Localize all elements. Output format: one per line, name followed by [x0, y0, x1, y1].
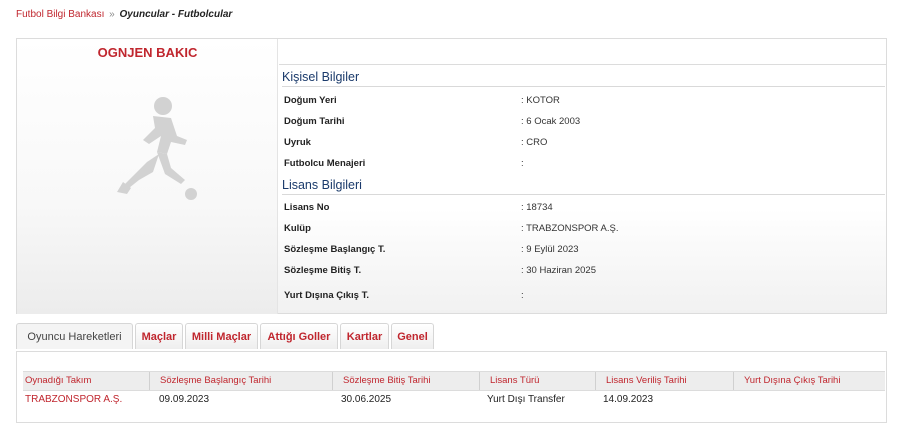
player-name: OGNJEN BAKIC	[97, 45, 198, 60]
info-row-agent: Futbolcu Menajeri :	[284, 158, 884, 174]
info-label: Sözleşme Bitiş T.	[284, 265, 362, 276]
info-label: Futbolcu Menajeri	[284, 158, 366, 169]
info-value: :	[521, 158, 524, 169]
contract-start-cell: 09.09.2023	[159, 394, 210, 405]
table-row: TRABZONSPOR A.Ş. 09.09.2023 30.06.2025 Y…	[23, 392, 885, 410]
info-value: : 18734	[521, 202, 553, 213]
breadcrumb-current: Oyuncular - Futbolcular	[119, 9, 233, 20]
tab-goals[interactable]: Attığı Goller	[260, 323, 338, 349]
contract-end-cell: 30.06.2025	[341, 394, 392, 405]
info-label: Doğum Yeri	[284, 95, 337, 106]
info-row-club: Kulüp : TRABZONSPOR A.Ş.	[284, 223, 884, 239]
info-value: : CRO	[521, 137, 548, 148]
info-value: : KOTOR	[521, 95, 560, 106]
column-header-license-date: Lisans Veriliş Tarihi	[595, 372, 733, 390]
info-value: : TRABZONSPOR A.Ş.	[521, 223, 619, 234]
player-photo-box: OGNJEN BAKIC	[17, 39, 278, 314]
breadcrumb-root-link[interactable]: Futbol Bilgi Bankası	[16, 9, 104, 20]
info-row-abroad-exit: Yurt Dışına Çıkış T. :	[284, 290, 884, 306]
license-type-cell: Yurt Dışı Transfer	[487, 394, 565, 405]
info-row-nationality: Uyruk : CRO	[284, 137, 884, 153]
tab-general[interactable]: Genel	[391, 323, 434, 349]
movements-table-header: Oynadığı Takım Sözleşme Başlangıç Tarihi…	[23, 371, 885, 391]
info-label: Doğum Tarihi	[284, 116, 345, 127]
column-header-team: Oynadığı Takım	[25, 375, 92, 386]
info-row-contract-end: Sözleşme Bitiş T. : 30 Haziran 2025	[284, 265, 884, 281]
tab-player-movements[interactable]: Oyuncu Hareketleri	[16, 323, 133, 349]
player-profile-panel: OGNJEN BAKIC Kişisel Bilgiler Doğum Yeri…	[16, 38, 887, 314]
column-header-license-type: Lisans Türü	[479, 372, 595, 390]
player-movements-panel: Oynadığı Takım Sözleşme Başlangıç Tarihi…	[16, 351, 887, 423]
info-row-license-no: Lisans No : 18734	[284, 202, 884, 218]
player-silhouette-icon	[117, 97, 197, 200]
info-label: Uyruk	[284, 137, 311, 148]
column-header-contract-start: Sözleşme Başlangıç Tarihi	[149, 372, 332, 390]
tab-matches[interactable]: Maçlar	[135, 323, 183, 349]
info-row-contract-start: Sözleşme Başlangıç T. : 9 Eylül 2023	[284, 244, 884, 260]
info-label: Kulüp	[284, 223, 311, 234]
license-info-title: Lisans Bilgileri	[282, 178, 885, 195]
column-header-abroad-exit: Yurt Dışına Çıkış Tarihi	[733, 372, 885, 390]
info-label: Lisans No	[284, 202, 330, 213]
info-value: : 30 Haziran 2025	[521, 265, 596, 276]
breadcrumb: Futbol Bilgi Bankası » Oyuncular - Futbo…	[16, 9, 232, 20]
info-label: Sözleşme Başlangıç T.	[284, 244, 386, 255]
info-row-birthplace: Doğum Yeri : KOTOR	[284, 95, 884, 111]
personal-info-title: Kişisel Bilgiler	[282, 70, 885, 87]
tab-cards[interactable]: Kartlar	[340, 323, 389, 349]
info-label: Yurt Dışına Çıkış T.	[284, 290, 369, 301]
info-value: :	[521, 290, 524, 301]
info-row-birthdate: Doğum Tarihi : 6 Ocak 2003	[284, 116, 884, 132]
column-header-contract-end: Sözleşme Bitiş Tarihi	[332, 372, 479, 390]
breadcrumb-separator: »	[109, 9, 115, 20]
tab-national-matches[interactable]: Milli Maçlar	[185, 323, 258, 349]
license-date-cell: 14.09.2023	[603, 394, 654, 405]
info-value: : 6 Ocak 2003	[521, 116, 581, 127]
player-info-area: Kişisel Bilgiler Doğum Yeri : KOTOR Doğu…	[279, 64, 887, 314]
team-link[interactable]: TRABZONSPOR A.Ş.	[25, 394, 122, 405]
info-value: : 9 Eylül 2023	[521, 244, 579, 255]
